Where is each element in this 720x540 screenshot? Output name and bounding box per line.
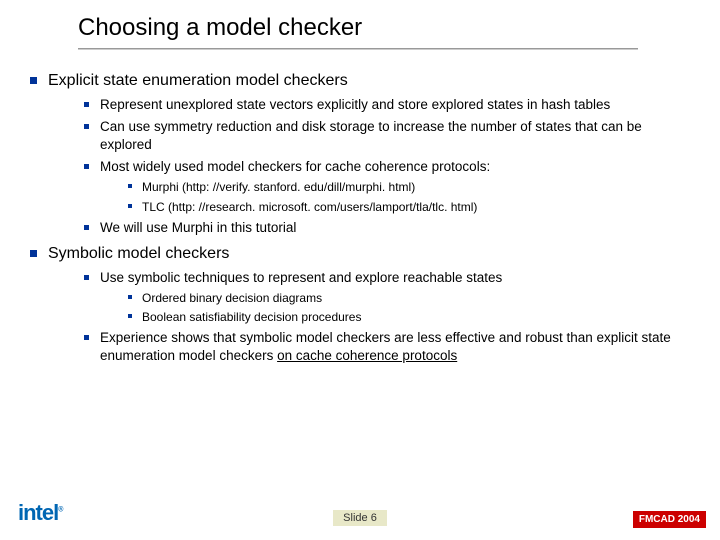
bullet-text-underlined: on cache coherence protocols	[277, 348, 457, 363]
bullet-sat: Boolean satisfiability decision procedur…	[124, 309, 690, 325]
bullet-text: Experience shows that symbolic model che…	[100, 329, 690, 365]
bullet-text: We will use Murphi in this tutorial	[100, 219, 690, 237]
bullet-use-symbolic: Use symbolic techniques to represent and…	[78, 269, 690, 326]
bullet-symmetry: Can use symmetry reduction and disk stor…	[78, 118, 690, 154]
bullet-text: TLC (http: //research. microsoft. com/us…	[142, 199, 690, 215]
bullet-experience: Experience shows that symbolic model che…	[78, 329, 690, 365]
bullet-text: Can use symmetry reduction and disk stor…	[100, 118, 690, 154]
bullet-text: Explicit state enumeration model checker…	[48, 72, 348, 89]
bullet-text: Represent unexplored state vectors expli…	[100, 96, 690, 114]
bullet-explicit: Explicit state enumeration model checker…	[20, 70, 690, 237]
bullet-murphi: Murphi (http: //verify. stanford. edu/di…	[124, 179, 690, 195]
slide-number: Slide 6	[333, 510, 387, 526]
title-underline	[78, 48, 638, 49]
slide-title: Choosing a model checker	[78, 14, 362, 42]
bullet-text: Use symbolic techniques to represent and…	[100, 269, 690, 287]
bullet-most-used: Most widely used model checkers for cach…	[78, 158, 690, 215]
slide-number-wrap: Slide 6	[0, 509, 720, 526]
bullet-tlc: TLC (http: //research. microsoft. com/us…	[124, 199, 690, 215]
bullet-obdd: Ordered binary decision diagrams	[124, 290, 690, 306]
bullet-use-murphi: We will use Murphi in this tutorial	[78, 219, 690, 237]
slide-body: Explicit state enumeration model checker…	[20, 70, 690, 372]
bullet-symbolic: Symbolic model checkers Use symbolic tec…	[20, 243, 690, 366]
bullet-text: Symbolic model checkers	[48, 245, 229, 262]
conference-badge: FMCAD 2004	[633, 511, 706, 528]
bullet-text: Ordered binary decision diagrams	[142, 290, 690, 306]
bullet-text: Murphi (http: //verify. stanford. edu/di…	[142, 179, 690, 195]
bullet-represent: Represent unexplored state vectors expli…	[78, 96, 690, 114]
bullet-text: Boolean satisfiability decision procedur…	[142, 309, 690, 325]
bullet-text: Most widely used model checkers for cach…	[100, 158, 690, 176]
